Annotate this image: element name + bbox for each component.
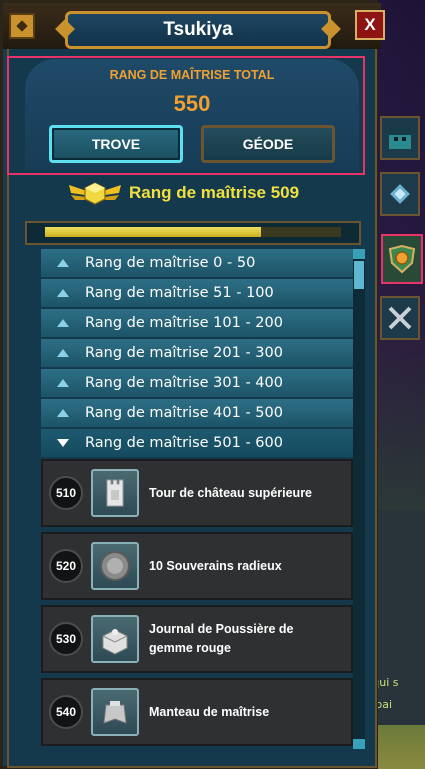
reward-label: 10 Souverains radieux	[149, 558, 282, 573]
reward-label: Journal de Poussière de gemme rouge	[149, 622, 294, 655]
reward-thumbnail	[91, 688, 139, 736]
mastery-total-title: RANG DE MAÎTRISE TOTAL	[109, 68, 275, 82]
gem-icon	[390, 184, 410, 204]
category-row-0-50[interactable]: Rang de maîtrise 0 - 50	[41, 249, 353, 277]
reward-row[interactable]: 520 10 Souverains radieux	[41, 532, 353, 600]
side-tab-mastery[interactable]	[381, 234, 423, 284]
rank-progress-bar	[25, 221, 361, 245]
reward-level-badge: 510	[49, 476, 83, 510]
mastery-rank-list: Rang de maîtrise 0 - 50 Rang de maîtrise…	[41, 249, 353, 749]
scroll-thumb[interactable]	[354, 261, 364, 289]
reward-thumbnail	[91, 542, 139, 590]
coin-icon	[100, 551, 130, 581]
category-row-51-100[interactable]: Rang de maîtrise 51 - 100	[41, 279, 353, 307]
triangle-up-icon	[57, 409, 69, 417]
crossed-swords-icon	[388, 306, 412, 330]
side-tab-character[interactable]	[380, 116, 420, 160]
category-label: Rang de maîtrise 201 - 300	[85, 345, 283, 361]
character-icon	[389, 127, 411, 149]
category-row-501-600[interactable]: Rang de maîtrise 501 - 600	[41, 429, 353, 457]
category-label: Rang de maîtrise 101 - 200	[85, 315, 283, 331]
scroll-down-arrow[interactable]	[353, 739, 365, 749]
list-scrollbar[interactable]	[353, 249, 365, 749]
side-tab-combat[interactable]	[380, 296, 420, 340]
category-row-401-500[interactable]: Rang de maîtrise 401 - 500	[41, 399, 353, 427]
tab-geode[interactable]: GÉODE	[201, 125, 335, 163]
progress-track	[45, 227, 341, 237]
tab-trove[interactable]: TROVE	[49, 125, 183, 163]
category-label: Rang de maîtrise 501 - 600	[85, 435, 283, 451]
category-label: Rang de maîtrise 0 - 50	[85, 255, 256, 271]
category-label: Rang de maîtrise 301 - 400	[85, 375, 283, 391]
category-label: Rang de maîtrise 401 - 500	[85, 405, 283, 421]
diamond-icon	[16, 20, 28, 32]
progress-fill	[45, 227, 262, 237]
chest-icon	[102, 629, 128, 655]
mastery-total-value: 550	[173, 91, 211, 116]
reward-label: Tour de château supérieure	[149, 485, 313, 500]
mastery-window: Tsukiya RANG DE MAÎTRISE TOTAL 550 TROVE…	[0, 0, 381, 769]
reward-row[interactable]: 540 Manteau de maîtrise	[41, 678, 353, 746]
reward-level-badge: 520	[49, 549, 83, 583]
triangle-down-icon	[57, 439, 69, 447]
category-row-201-300[interactable]: Rang de maîtrise 201 - 300	[41, 339, 353, 367]
window-menu-icon[interactable]	[9, 13, 35, 39]
current-rank: Rang de maîtrise 509	[67, 179, 299, 207]
reward-row[interactable]: 530 Journal de Poussière de gemme rouge	[41, 605, 353, 673]
reward-label: Manteau de maîtrise	[149, 704, 270, 719]
cape-icon	[103, 701, 127, 724]
reward-level-badge: 540	[49, 695, 83, 729]
reward-level-badge: 530	[49, 622, 83, 656]
category-label: Rang de maîtrise 51 - 100	[85, 285, 274, 301]
close-button[interactable]: X	[355, 10, 385, 40]
reward-thumbnail	[91, 469, 139, 517]
triangle-up-icon	[57, 349, 69, 357]
triangle-up-icon	[57, 259, 69, 267]
winged-cube-icon	[69, 182, 121, 205]
triangle-up-icon	[57, 379, 69, 387]
tower-icon	[106, 479, 124, 507]
current-rank-label: Rang de maîtrise 509	[129, 183, 300, 202]
window-title: Tsukiya	[65, 11, 331, 49]
scroll-up-arrow[interactable]	[353, 249, 365, 259]
category-row-101-200[interactable]: Rang de maîtrise 101 - 200	[41, 309, 353, 337]
side-tab-gem[interactable]	[380, 172, 420, 216]
triangle-up-icon	[57, 319, 69, 327]
reward-thumbnail	[91, 615, 139, 663]
mastery-badge-icon	[388, 244, 416, 274]
reward-row[interactable]: 510 Tour de château supérieure	[41, 459, 353, 527]
category-row-301-400[interactable]: Rang de maîtrise 301 - 400	[41, 369, 353, 397]
triangle-up-icon	[57, 289, 69, 297]
